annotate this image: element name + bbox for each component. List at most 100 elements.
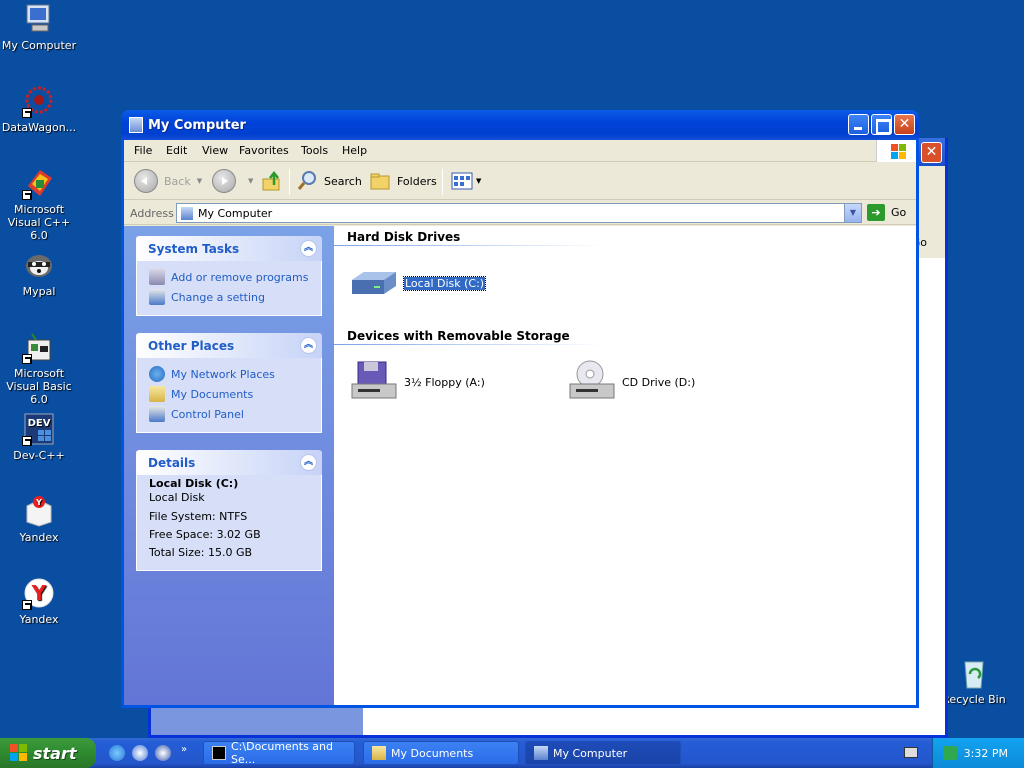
go-button[interactable]: ➔ Go	[867, 204, 906, 221]
desktop-icon-yandex-box[interactable]: Y Yandex	[0, 494, 78, 544]
shortcut-arrow-icon	[22, 108, 32, 118]
place-my-network-places[interactable]: My Network Places	[149, 364, 311, 384]
task-label: C:\Documents and Se...	[231, 740, 334, 766]
task-change-setting[interactable]: Change a setting	[149, 287, 311, 307]
keyboard-layout-icon[interactable]	[904, 747, 918, 758]
minimize-button[interactable]	[848, 114, 869, 135]
menu-help[interactable]: Help	[342, 144, 367, 157]
outlook-express-icon[interactable]	[132, 745, 148, 761]
address-input[interactable]: My Computer ▼	[176, 203, 862, 223]
details-body: Local Disk (C:) Local Disk File System: …	[136, 475, 322, 571]
folders-button[interactable]: Folders	[369, 168, 437, 194]
collapse-chevron-icon[interactable]: ︽	[300, 337, 317, 354]
taskbar-task-my-documents[interactable]: My Documents	[363, 741, 519, 765]
chevron-down-icon: ▼	[248, 177, 254, 185]
quick-launch-expand-icon[interactable]: »	[181, 744, 187, 755]
cd-drive-icon	[569, 360, 615, 399]
desktop-icon-visual-basic[interactable]: Microsoft Visual Basic 6.0	[0, 330, 78, 406]
task-pane: System Tasks ︽ Add or remove programs Ch…	[124, 226, 334, 705]
folders-label: Folders	[397, 174, 437, 188]
menu-tools[interactable]: Tools	[301, 144, 328, 157]
desktop-icon-label: Microsoft Visual C++ 6.0	[7, 203, 71, 242]
clock[interactable]: 3:32 PM	[964, 747, 1008, 760]
collapse-chevron-icon[interactable]: ︽	[300, 240, 317, 257]
chevron-down-icon: ▼	[196, 177, 203, 185]
other-places-title: Other Places	[148, 339, 235, 353]
yandex-box-icon: Y	[22, 494, 56, 528]
desktop-icon-dev-cpp[interactable]: DEV Dev-C++	[0, 412, 78, 462]
window-titlebar[interactable]: My Computer ✕	[121, 110, 919, 140]
my-computer-window[interactable]: My Computer ✕ File Edit View Favorites T…	[121, 110, 919, 708]
go-label: Go	[891, 206, 907, 219]
details-type: Local Disk	[149, 491, 205, 504]
menu-file[interactable]: File	[134, 144, 152, 157]
chevron-down-icon: ▼	[476, 177, 482, 185]
add-remove-programs-icon	[149, 269, 165, 285]
background-window-close-button[interactable]: ✕	[921, 142, 942, 163]
task-add-remove-programs[interactable]: Add or remove programs	[149, 267, 311, 287]
forward-button[interactable]: ▼	[212, 168, 253, 194]
media-player-icon[interactable]	[155, 745, 171, 761]
drive-floppy-a[interactable]: 3½ Floppy (A:)	[350, 358, 485, 406]
hard-disk-icon	[352, 272, 396, 294]
back-button[interactable]: Back ▼	[134, 168, 202, 194]
drive-label: Local Disk (C:)	[402, 275, 487, 291]
internet-explorer-icon[interactable]	[109, 745, 125, 761]
desktop-icon-yandex-browser[interactable]: Y Yandex	[0, 576, 78, 626]
desktop-icon-label: My Computer	[1, 39, 77, 52]
go-arrow-icon: ➔	[867, 204, 885, 221]
windows-logo-icon	[876, 140, 916, 162]
collapse-chevron-icon[interactable]: ︽	[300, 454, 317, 471]
tray-app-icon[interactable]	[943, 746, 957, 760]
taskbar-task-command-prompt[interactable]: C:\Documents and Se...	[203, 740, 355, 766]
desktop-icon-visual-cpp[interactable]: Microsoft Visual C++ 6.0	[0, 166, 78, 242]
details-free-space: Free Space: 3.02 GB	[149, 528, 261, 541]
menu-edit[interactable]: Edit	[166, 144, 187, 157]
address-dropdown-button[interactable]: ▼	[844, 204, 861, 222]
views-button[interactable]: ▼	[450, 168, 481, 194]
forward-arrow-icon	[212, 169, 236, 193]
recycle-bin-icon	[957, 656, 991, 690]
close-button[interactable]: ✕	[894, 114, 915, 135]
shortcut-arrow-icon	[22, 436, 32, 446]
start-button[interactable]: start	[0, 738, 96, 768]
desktop-icon-label: Microsoft Visual Basic 6.0	[6, 367, 72, 406]
system-tasks-title: System Tasks	[148, 242, 240, 256]
back-label: Back	[164, 174, 191, 188]
group-divider	[334, 245, 604, 246]
menu-view[interactable]: View	[202, 144, 228, 157]
svg-text:Y: Y	[35, 498, 42, 507]
drive-cd-d[interactable]: CD Drive (D:)	[568, 358, 695, 406]
computer-icon	[534, 746, 548, 760]
folder-icon	[372, 746, 386, 760]
search-button[interactable]: Search	[296, 168, 362, 194]
task-label: My Computer	[553, 746, 628, 760]
start-label: start	[33, 743, 77, 763]
svg-text:Y: Y	[31, 581, 47, 605]
system-tasks-header[interactable]: System Tasks ︽	[136, 236, 322, 261]
menu-favorites[interactable]: Favorites	[239, 144, 289, 157]
details-total-size: Total Size: 15.0 GB	[149, 546, 253, 559]
place-control-panel[interactable]: Control Panel	[149, 404, 311, 424]
desktop-icon-datawagon[interactable]: DataWagon...	[0, 84, 78, 134]
other-places-panel: Other Places ︽ My Network Places My Docu…	[136, 333, 322, 433]
shortcut-arrow-icon	[22, 600, 32, 610]
details-title: Details	[148, 456, 196, 470]
taskbar-task-my-computer[interactable]: My Computer	[525, 741, 681, 765]
desktop-icon-mypal[interactable]: Mypal	[0, 248, 78, 298]
visual-cpp-icon	[22, 166, 56, 200]
floppy-drive-icon	[351, 361, 397, 399]
views-icon	[451, 172, 473, 190]
maximize-button[interactable]	[871, 114, 892, 135]
other-places-header[interactable]: Other Places ︽	[136, 333, 322, 358]
place-my-documents[interactable]: My Documents	[149, 384, 311, 404]
up-folder-button[interactable]	[260, 168, 284, 194]
desktop-icon-my-computer[interactable]: My Computer	[0, 2, 78, 52]
task-label: Change a setting	[171, 290, 265, 304]
command-prompt-icon	[212, 746, 226, 760]
my-computer-icon	[22, 2, 56, 36]
drive-local-disk-c[interactable]: Local Disk (C:)	[350, 266, 487, 300]
system-tasks-panel: System Tasks ︽ Add or remove programs Ch…	[136, 236, 322, 316]
taskbar: start » C:\Documents and Se... My Docume…	[0, 738, 1024, 768]
details-header[interactable]: Details ︽	[136, 450, 322, 475]
